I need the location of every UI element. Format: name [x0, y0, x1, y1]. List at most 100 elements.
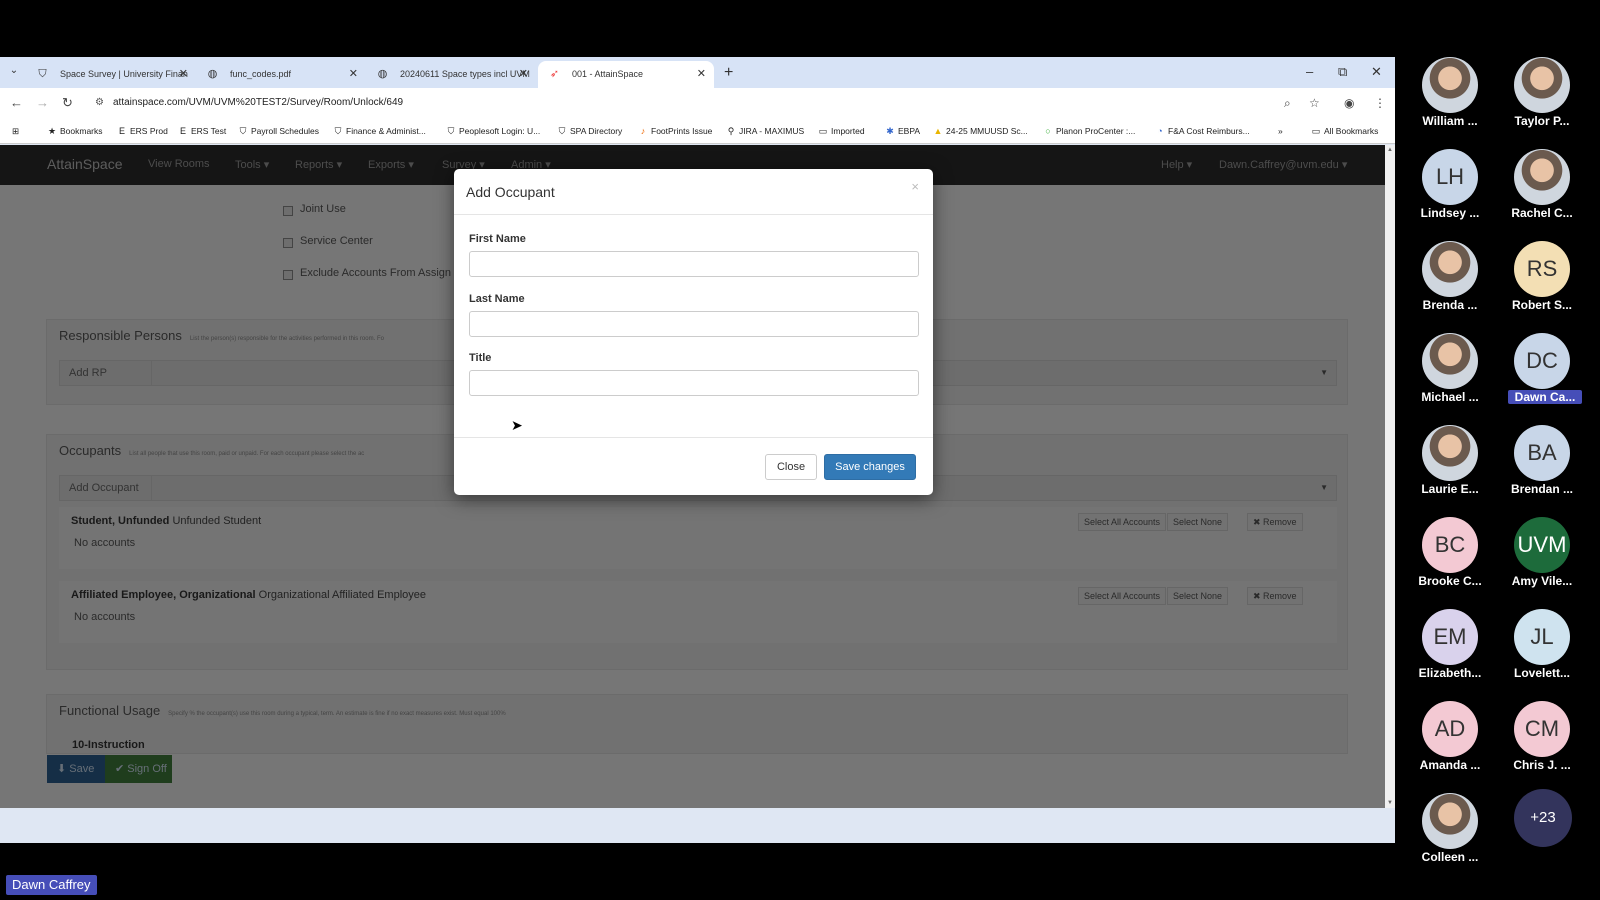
bookmark-footprints[interactable]: ♪ FootPrints Issue	[638, 124, 713, 138]
bookmark-ers-test[interactable]: E ERS Test	[178, 124, 226, 138]
more-participants-button[interactable]: +23	[1514, 789, 1572, 847]
close-icon[interactable]: ✕	[697, 61, 706, 88]
bookmark-payroll[interactable]: ⛉ Payroll Schedules	[238, 124, 319, 138]
address-bar[interactable]: ⚙ attainspace.com/UVM/UVM%20TEST2/Survey…	[93, 92, 1319, 114]
bookmark-mmuusd[interactable]: ▲ 24-25 MMUUSD Sc...	[933, 124, 1028, 138]
modal-close-icon[interactable]: ×	[911, 179, 919, 194]
participant-tile[interactable]: UVM Amy Vile...	[1497, 510, 1587, 600]
zoom-icon[interactable]: ⌕	[1284, 94, 1291, 112]
globe-icon: ◍	[377, 68, 388, 80]
bookmark-fa-cost[interactable]: ◔ F&A Cost Reimburs...	[1155, 124, 1249, 138]
participant-tile[interactable]: LH Lindsey ...	[1405, 142, 1495, 232]
avatar	[1422, 333, 1478, 389]
bookmark-bookmarks[interactable]: ★ Bookmarks	[47, 124, 103, 138]
page-scrollbar[interactable]: ▲ ▼	[1385, 145, 1395, 808]
forward-icon[interactable]: →	[36, 94, 49, 112]
ers-icon: E	[118, 126, 125, 136]
participant-name: Brenda ...	[1422, 298, 1478, 312]
avatar: DC	[1514, 333, 1570, 389]
participant-tile[interactable]: DC Dawn Ca...	[1497, 326, 1587, 416]
bookmark-planon[interactable]: ○ Planon ProCenter :...	[1043, 124, 1135, 138]
bookmark-finance[interactable]: ⛉ Finance & Administ...	[333, 124, 426, 138]
title-label: Title	[469, 352, 492, 364]
bookmark-spa[interactable]: ⛉ SPA Directory	[557, 124, 623, 138]
tab-attainspace[interactable]: ➶ 001 - AttainSpace ✕	[538, 61, 714, 88]
modal-title: Add Occupant	[466, 184, 555, 200]
back-icon[interactable]: ←	[10, 94, 23, 112]
avatar: BA	[1514, 425, 1570, 481]
more-bookmarks-icon[interactable]: »	[1278, 124, 1283, 138]
participant-tile[interactable]: JL Lovelett...	[1497, 602, 1587, 692]
tab-space-types[interactable]: ◍ 20240611 Space types incl UVM ✕	[366, 61, 536, 88]
avatar	[1422, 793, 1478, 849]
participant-tile[interactable]: William ...	[1405, 50, 1495, 140]
reload-icon[interactable]: ↻	[62, 94, 73, 112]
ers-icon: E	[179, 126, 186, 136]
bookmark-ebpa[interactable]: ✱ EBPA	[885, 124, 920, 138]
bookmark-label: FootPrints Issue	[651, 126, 713, 136]
tab-title: 20240611 Space types incl UVM	[400, 69, 530, 79]
shield-icon: ⛉	[558, 126, 566, 136]
participant-tile[interactable]: CM Chris J. ...	[1497, 694, 1587, 784]
close-button[interactable]: Close	[765, 454, 817, 480]
bookmark-label: JIRA - MAXIMUS	[739, 126, 805, 136]
restore-icon[interactable]: ⧉	[1338, 61, 1347, 83]
active-speaker-label: Dawn Caffrey	[6, 875, 97, 895]
all-bookmarks[interactable]: ▭ All Bookmarks	[1311, 124, 1379, 138]
bookmark-label: Bookmarks	[60, 126, 103, 136]
bookmark-ers-prod[interactable]: E ERS Prod	[117, 124, 168, 138]
participant-tile[interactable]: EM Elizabeth...	[1405, 602, 1495, 692]
bookmark-label: Payroll Schedules	[251, 126, 320, 136]
planon-icon: ○	[1045, 126, 1051, 136]
participant-tile[interactable]: Taylor P...	[1497, 50, 1587, 140]
participant-tile[interactable]: Brenda ...	[1405, 234, 1495, 324]
close-icon[interactable]: ✕	[179, 61, 188, 88]
save-changes-button[interactable]: Save changes	[824, 454, 916, 480]
tab-title: Space Survey | University Finan	[60, 69, 188, 79]
title-input[interactable]	[469, 370, 919, 396]
participant-tile[interactable]: Colleen ...	[1405, 786, 1495, 876]
shield-icon: ⛉	[38, 68, 47, 80]
participant-name: William ...	[1422, 114, 1478, 128]
close-icon[interactable]: ✕	[519, 61, 528, 88]
scroll-down-icon[interactable]: ▼	[1387, 800, 1393, 806]
first-name-input[interactable]	[469, 251, 919, 277]
new-tab-button[interactable]: +	[724, 61, 733, 85]
url-text: attainspace.com/UVM/UVM%20TEST2/Survey/R…	[113, 97, 404, 108]
tab-list-button[interactable]: ⌄	[6, 65, 22, 81]
tab-title: func_codes.pdf	[230, 69, 292, 79]
participant-tile[interactable]: Laurie E...	[1405, 418, 1495, 508]
bookmark-label: Peoplesoft Login: U...	[459, 126, 541, 136]
avatar	[1514, 57, 1570, 113]
jira-icon: ⚲	[727, 126, 735, 136]
browser-toolbar: ← → ↻ ⚙ attainspace.com/UVM/UVM%20TEST2/…	[0, 88, 1395, 118]
close-icon[interactable]: ✕	[349, 61, 358, 88]
bookmark-peoplesoft[interactable]: ⛉ Peoplesoft Login: U...	[446, 124, 541, 138]
tab-title: 001 - AttainSpace	[572, 69, 644, 79]
avatar	[1422, 57, 1478, 113]
menu-icon[interactable]: ⋮	[1374, 94, 1386, 112]
tab-func-codes[interactable]: ◍ func_codes.pdf ✕	[196, 61, 366, 88]
participant-name: Michael ...	[1421, 390, 1479, 404]
participant-tile[interactable]: Rachel C...	[1497, 142, 1587, 232]
scroll-up-icon[interactable]: ▲	[1387, 147, 1393, 153]
minimize-icon[interactable]: –	[1306, 61, 1313, 83]
participant-tile[interactable]: AD Amanda ...	[1405, 694, 1495, 784]
participant-tile[interactable]: BA Brendan ...	[1497, 418, 1587, 508]
tab-space-survey[interactable]: ⛉ Space Survey | University Finan ✕	[26, 61, 196, 88]
tab-bar: ⌄ ⛉ Space Survey | University Finan ✕ ◍ …	[0, 57, 1395, 88]
participant-tile[interactable]: BC Brooke C...	[1405, 510, 1495, 600]
participant-tile[interactable]: Michael ...	[1405, 326, 1495, 416]
bookmark-jira[interactable]: ⚲ JIRA - MAXIMUS	[726, 124, 804, 138]
attainspace-icon: ➶	[549, 68, 560, 80]
last-name-input[interactable]	[469, 311, 919, 337]
window-close-icon[interactable]: ✕	[1371, 61, 1382, 83]
participant-tile[interactable]: RS Robert S...	[1497, 234, 1587, 324]
participant-name: Robert S...	[1511, 298, 1572, 312]
apps-icon[interactable]: ⊞	[12, 124, 19, 138]
globe-icon: ◍	[207, 68, 218, 80]
bookmark-imported[interactable]: ▭ Imported	[818, 124, 865, 138]
site-settings-icon[interactable]: ⚙	[95, 92, 104, 114]
star-icon[interactable]: ☆	[1309, 94, 1320, 112]
profile-icon[interactable]: ◉	[1344, 94, 1354, 112]
